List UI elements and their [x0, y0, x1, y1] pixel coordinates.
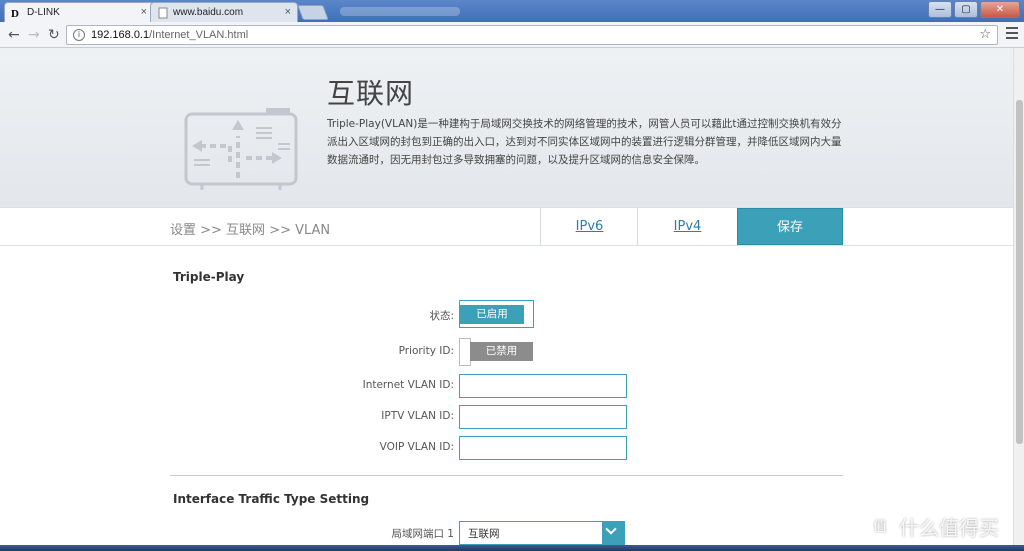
page-description: Triple-Play(VLAN)是一种建构于局域网交换技术的网络管理的技术，网… [327, 118, 842, 166]
page-favicon-icon [158, 7, 168, 19]
watermark-text: 什么值得买 [899, 516, 999, 540]
url-path: /Internet_VLAN.html [149, 29, 249, 41]
dlink-favicon-icon: D [11, 8, 19, 19]
priority-id-toggle[interactable]: 已禁用 [459, 338, 534, 366]
browser-titlebar: D D-LINK × www.baidu.com × — ▢ ✕ [0, 0, 1024, 22]
voip-vlan-label: VOIP VLAN ID: [379, 441, 454, 453]
url-host: 192.168.0.1 [91, 29, 150, 41]
page-title: 互联网 [327, 77, 415, 110]
bookmark-star-icon[interactable]: ☆ [979, 27, 991, 42]
back-arrow-icon[interactable]: ← [8, 27, 20, 43]
tab-baidu[interactable]: www.baidu.com × [150, 2, 298, 22]
browser-menu-icon[interactable] [1006, 27, 1018, 42]
status-toggle-state: 已启用 [460, 305, 524, 324]
address-url: 192.168.0.1/Internet_VLAN.html [91, 29, 248, 41]
blurred-area [340, 7, 460, 16]
internet-vlan-input[interactable] [459, 374, 627, 398]
priority-id-toggle-state: 已禁用 [470, 342, 533, 361]
page-scrollbar[interactable] [1013, 48, 1024, 551]
reload-icon[interactable]: ↻ [48, 27, 60, 43]
scrollbar-thumb[interactable] [1016, 100, 1023, 444]
interface-traffic-heading: Interface Traffic Type Setting [173, 492, 370, 506]
forward-arrow-icon[interactable]: → [28, 27, 40, 43]
status-toggle[interactable]: 已启用 [459, 300, 534, 328]
lan-port1-value: 互联网 [468, 528, 500, 540]
status-label: 状态: [429, 310, 454, 322]
router-page: 互联网 Triple-Play(VLAN)是一种建构于局域网交换技术的网络管理的… [0, 48, 1013, 551]
new-tab-button[interactable] [297, 5, 329, 20]
lan-port1-label: 局域网端口 1 [391, 528, 454, 540]
page-info-icon[interactable]: i [73, 29, 85, 41]
close-button[interactable]: ✕ [980, 1, 1020, 18]
chevron-down-icon[interactable] [602, 522, 624, 544]
watermark: 值 什么值得买 [867, 512, 999, 541]
triple-play-heading: Triple-Play [173, 270, 245, 284]
maximize-button[interactable]: ▢ [954, 1, 978, 18]
tab-ipv4[interactable]: IPv4 [637, 208, 737, 245]
vlan-network-icon [184, 108, 298, 190]
tab-title: www.baidu.com [173, 7, 244, 18]
windows-taskbar [0, 545, 1024, 551]
tab-close-icon[interactable]: × [285, 6, 291, 18]
iptv-vlan-label: IPTV VLAN ID: [381, 410, 454, 422]
tab-title: D-LINK [27, 7, 60, 18]
sub-navigation: 设置 >> 互联网 >> VLAN IPv6 IPv4 保存 [0, 208, 1013, 246]
svg-text:D: D [11, 8, 19, 19]
watermark-logo-icon: 值 [867, 513, 893, 540]
iptv-vlan-input[interactable] [459, 405, 627, 429]
breadcrumb: 设置 >> 互联网 >> VLAN [170, 223, 331, 238]
tab-dlink[interactable]: D D-LINK × [4, 2, 154, 22]
window-controls: — ▢ ✕ [926, 1, 1020, 18]
tab-ipv6[interactable]: IPv6 [540, 208, 638, 245]
lan-port1-select[interactable]: 互联网 [459, 521, 625, 545]
internet-vlan-label: Internet VLAN ID: [362, 379, 454, 391]
voip-vlan-input[interactable] [459, 436, 627, 460]
minimize-button[interactable]: — [928, 1, 952, 18]
browser-toolbar: ← → ↻ i 192.168.0.1/Internet_VLAN.html ☆ [0, 22, 1024, 48]
address-bar[interactable]: i 192.168.0.1/Internet_VLAN.html ☆ [66, 25, 998, 45]
section-divider [170, 475, 843, 476]
save-button[interactable]: 保存 [737, 208, 843, 245]
priority-id-label: Priority ID: [398, 345, 454, 357]
tab-close-icon[interactable]: × [141, 6, 147, 18]
hero-banner: 互联网 Triple-Play(VLAN)是一种建构于局域网交换技术的网络管理的… [0, 48, 1013, 208]
